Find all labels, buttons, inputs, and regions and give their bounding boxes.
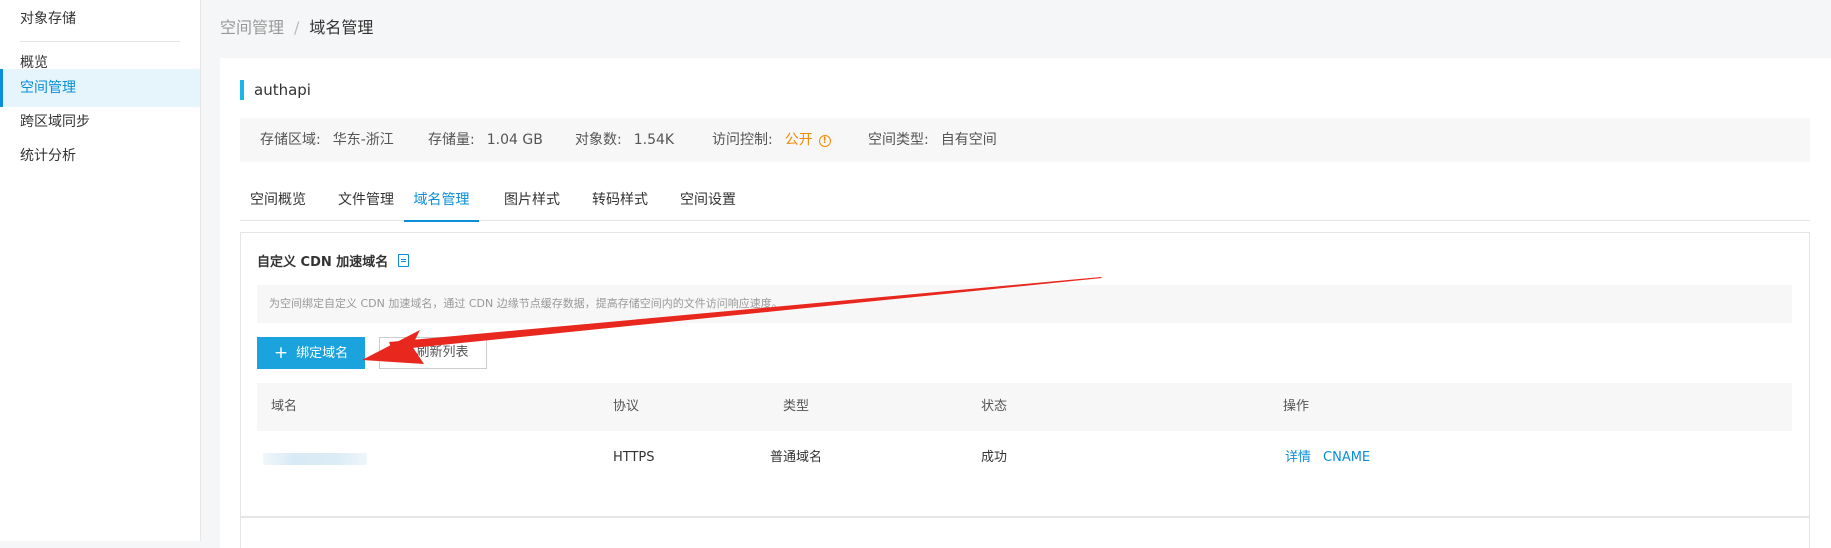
tab-bucket-settings[interactable]: 空间设置: [678, 180, 738, 220]
info-type-label: 空间类型:: [868, 132, 929, 148]
panel-description: 为空间绑定自定义 CDN 加速域名，通过 CDN 边缘节点缓存数据，提高存储空间…: [257, 285, 1792, 323]
sidebar: 对象存储 概览 空间管理 跨区域同步 统计分析: [0, 0, 201, 541]
details-link[interactable]: 详情: [1285, 450, 1311, 465]
info-storage-label: 存储量:: [428, 132, 475, 148]
column-header-type: 类型: [783, 399, 810, 414]
domain-value-redacted: [263, 453, 367, 465]
info-type: 空间类型: 自有空间: [868, 118, 997, 162]
bind-domain-button[interactable]: + 绑定域名: [257, 337, 365, 369]
panel-title-text: 自定义 CDN 加速域名: [257, 255, 389, 270]
breadcrumb: 空间管理 / 域名管理: [220, 14, 373, 38]
sidebar-item-statistics[interactable]: 统计分析: [0, 137, 200, 175]
row-actions: 详情 CNAME: [1285, 431, 1382, 485]
column-header-domain: 域名: [271, 399, 298, 414]
cdn-domain-panel: 自定义 CDN 加速域名 为空间绑定自定义 CDN 加速域名，通过 CDN 边缘…: [240, 232, 1810, 518]
tab-transcode-styles[interactable]: 转码样式: [590, 180, 650, 220]
sidebar-title: 对象存储: [20, 11, 76, 27]
table-header: 域名 协议 类型 状态 操作: [257, 383, 1792, 431]
info-region-value: 华东-浙江: [332, 132, 394, 148]
tab-bucket-overview[interactable]: 空间概览: [240, 180, 316, 220]
info-storage-value: 1.04 GB: [486, 132, 543, 148]
panel-title: 自定义 CDN 加速域名: [257, 251, 410, 270]
column-header-actions: 操作: [1283, 399, 1310, 414]
breadcrumb-separator: /: [294, 18, 300, 37]
refresh-icon: [397, 346, 409, 357]
bind-domain-label: 绑定域名: [296, 346, 349, 361]
bucket-name: authapi: [240, 80, 311, 100]
info-region-label: 存储区域:: [260, 132, 321, 148]
info-access: 访问控制: 公开!: [712, 118, 831, 162]
row-status: 成功: [981, 450, 1008, 465]
info-objects: 对象数: 1.54K: [575, 118, 674, 162]
table-row: HTTPS 普通域名 成功 详情 CNAME: [257, 431, 1792, 485]
next-panel-edge: [240, 516, 1810, 548]
sidebar-item-bucket-management[interactable]: 空间管理: [0, 69, 200, 107]
sidebar-divider: [20, 41, 180, 42]
cname-link[interactable]: CNAME: [1323, 450, 1370, 465]
row-type: 普通域名: [770, 450, 823, 465]
tab-bar: 空间概览 文件管理 域名管理 图片样式 转码样式 空间设置: [240, 180, 1810, 222]
info-access-value: 公开: [784, 132, 813, 148]
info-type-value: 自有空间: [940, 132, 997, 148]
refresh-list-button[interactable]: 刷新列表: [379, 337, 487, 369]
bucket-info-bar: 存储区域: 华东-浙江 存储量: 1.04 GB 对象数: 1.54K 访问控制: 公开…: [240, 118, 1810, 162]
breadcrumb-parent[interactable]: 空间管理: [220, 18, 284, 37]
refresh-list-label: 刷新列表: [416, 345, 469, 360]
column-header-status: 状态: [981, 399, 1008, 414]
info-region: 存储区域: 华东-浙江: [260, 118, 394, 162]
info-objects-label: 对象数:: [575, 132, 622, 148]
document-icon[interactable]: [398, 254, 410, 267]
tab-file-management[interactable]: 文件管理: [326, 180, 406, 220]
info-objects-value: 1.54K: [633, 132, 675, 148]
row-protocol: HTTPS: [613, 450, 655, 465]
breadcrumb-current: 域名管理: [309, 18, 374, 37]
tab-domain-management[interactable]: 域名管理: [404, 180, 479, 222]
tab-image-styles[interactable]: 图片样式: [502, 180, 562, 220]
info-access-label: 访问控制:: [712, 132, 773, 148]
column-header-protocol: 协议: [613, 399, 640, 414]
plus-icon: +: [273, 343, 289, 363]
info-storage: 存储量: 1.04 GB: [428, 118, 543, 162]
info-warning-icon[interactable]: !: [818, 135, 831, 147]
sidebar-item-cross-region-sync[interactable]: 跨区域同步: [0, 103, 200, 141]
main-card: authapi 存储区域: 华东-浙江 存储量: 1.04 GB 对象数: 1.54K…: [220, 58, 1831, 548]
